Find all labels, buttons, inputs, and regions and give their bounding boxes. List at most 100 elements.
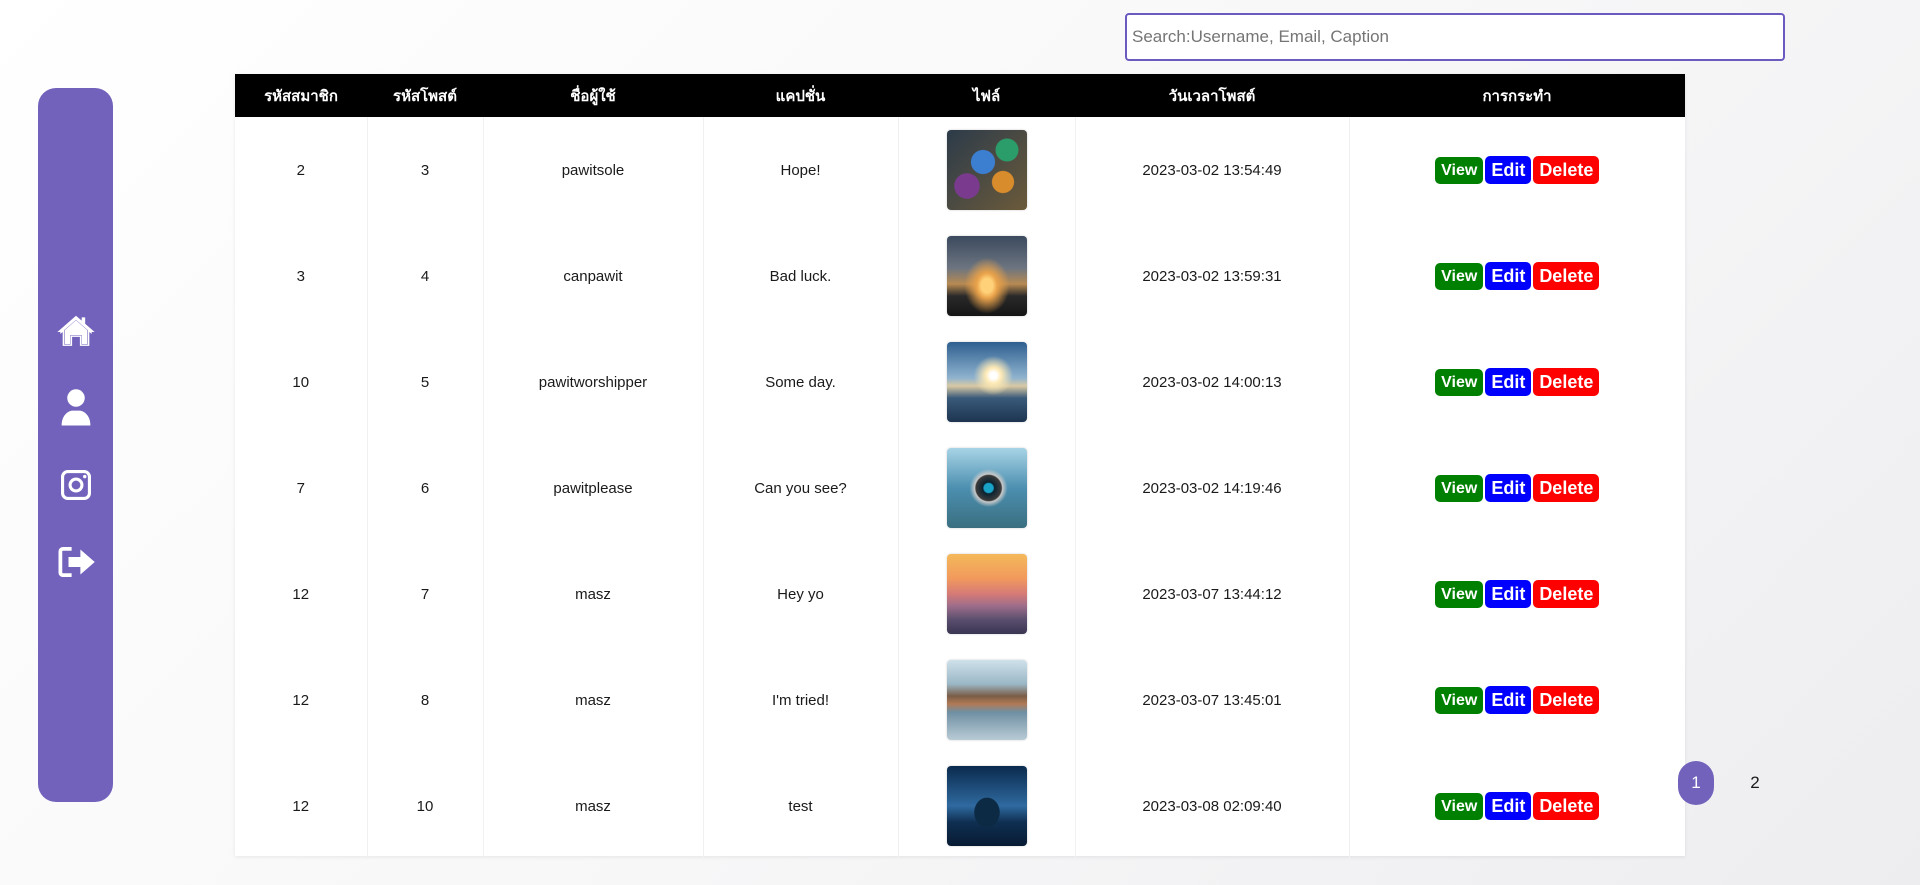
table-row: 12 7 masz Hey yo 2023-03-07 13:44:12 View Edit…: [235, 541, 1685, 647]
sidebar: [38, 88, 113, 802]
caption-cell: Bad luck.: [703, 223, 899, 329]
delete-button[interactable]: Delete: [1533, 368, 1600, 396]
datetime-cell: 2023-03-02 13:59:31: [1075, 223, 1350, 329]
view-button[interactable]: View: [1435, 156, 1484, 184]
file-cell: [898, 435, 1076, 541]
table-row: 3 4 canpawit Bad luck. 2023-03-02 13:59:31 Vi…: [235, 223, 1685, 329]
header-post-id: รหัสโพสต์: [393, 86, 457, 105]
edit-button[interactable]: Edit: [1485, 156, 1532, 184]
page-2-button[interactable]: 2: [1737, 761, 1773, 805]
post-id-cell: 5: [367, 329, 484, 435]
username-cell: masz: [483, 647, 704, 753]
file-cell: [898, 117, 1076, 223]
edit-button[interactable]: Edit: [1485, 368, 1532, 396]
username-cell: pawitworshipper: [483, 329, 704, 435]
username-cell: masz: [483, 541, 704, 647]
table-row: 12 10 masz test 2023-03-08 02:09:40 View Edit D…: [235, 753, 1685, 859]
delete-button[interactable]: Delete: [1533, 156, 1600, 184]
datetime-cell: 2023-03-07 13:45:01: [1075, 647, 1350, 753]
view-button[interactable]: View: [1435, 474, 1484, 502]
member-id-cell: 10: [235, 329, 368, 435]
post-id-cell: 10: [367, 753, 484, 859]
actions-cell: View Edit Delete: [1349, 753, 1685, 859]
header-file: ไฟล์: [972, 86, 1001, 105]
username-cell: canpawit: [483, 223, 704, 329]
post-thumbnail[interactable]: [946, 660, 1027, 740]
edit-button[interactable]: Edit: [1485, 580, 1532, 608]
caption-cell: Some day.: [703, 329, 899, 435]
delete-button[interactable]: Delete: [1533, 580, 1600, 608]
table-row: 2 3 pawitsole Hope! 2023-03-02 13:54:49 View E…: [235, 117, 1685, 223]
actions-cell: View Edit Delete: [1349, 647, 1685, 753]
header-member-id: รหัสสมาชิก: [264, 86, 338, 105]
post-thumbnail[interactable]: [946, 766, 1027, 846]
post-thumbnail[interactable]: [946, 554, 1027, 634]
caption-cell: test: [703, 753, 899, 859]
view-button[interactable]: View: [1435, 792, 1484, 820]
datetime-cell: 2023-03-07 13:44:12: [1075, 541, 1350, 647]
delete-button[interactable]: Delete: [1533, 686, 1600, 714]
datetime-cell: 2023-03-08 02:09:40: [1075, 753, 1350, 859]
view-button[interactable]: View: [1435, 580, 1484, 608]
user-icon[interactable]: [55, 387, 96, 428]
table-header-row: รหัสสมาชิก รหัสโพสต์ ชื่อผู้ใช้ แคปชั่น …: [235, 74, 1685, 117]
header-actions: การกระทำ: [1482, 86, 1552, 105]
delete-button[interactable]: Delete: [1533, 262, 1600, 290]
username-cell: masz: [483, 753, 704, 859]
file-cell: [898, 541, 1076, 647]
member-id-cell: 2: [235, 117, 368, 223]
post-thumbnail[interactable]: [946, 130, 1027, 210]
file-cell: [898, 223, 1076, 329]
file-cell: [898, 329, 1076, 435]
posts-table: รหัสสมาชิก รหัสโพสต์ ชื่อผู้ใช้ แคปชั่น …: [235, 74, 1685, 859]
actions-cell: View Edit Delete: [1349, 329, 1685, 435]
edit-button[interactable]: Edit: [1485, 686, 1532, 714]
caption-cell: Hey yo: [703, 541, 899, 647]
actions-cell: View Edit Delete: [1349, 435, 1685, 541]
username-cell: pawitplease: [483, 435, 704, 541]
post-id-cell: 4: [367, 223, 484, 329]
post-thumbnail[interactable]: [946, 448, 1027, 528]
view-button[interactable]: View: [1435, 686, 1484, 714]
header-username: ชื่อผู้ใช้: [570, 86, 616, 105]
delete-button[interactable]: Delete: [1533, 474, 1600, 502]
instagram-icon[interactable]: [55, 464, 96, 505]
table-row: 7 6 pawitplease Can you see? 2023-03-02 14:1…: [235, 435, 1685, 541]
table-row: 10 5 pawitworshipper Some day. 2023-03-02 14…: [235, 329, 1685, 435]
sign-out-icon[interactable]: [55, 541, 96, 582]
datetime-cell: 2023-03-02 13:54:49: [1075, 117, 1350, 223]
member-id-cell: 3: [235, 223, 368, 329]
post-thumbnail[interactable]: [946, 236, 1027, 316]
post-id-cell: 8: [367, 647, 484, 753]
view-button[interactable]: View: [1435, 368, 1484, 396]
view-button[interactable]: View: [1435, 262, 1484, 290]
home-icon[interactable]: [55, 310, 96, 351]
post-id-cell: 7: [367, 541, 484, 647]
post-id-cell: 3: [367, 117, 484, 223]
edit-button[interactable]: Edit: [1485, 262, 1532, 290]
page-1-button[interactable]: 1: [1678, 761, 1714, 805]
caption-cell: Hope!: [703, 117, 899, 223]
member-id-cell: 12: [235, 647, 368, 753]
edit-button[interactable]: Edit: [1485, 792, 1532, 820]
file-cell: [898, 647, 1076, 753]
file-cell: [898, 753, 1076, 859]
caption-cell: Can you see?: [703, 435, 899, 541]
search-input[interactable]: [1125, 13, 1785, 61]
edit-button[interactable]: Edit: [1485, 474, 1532, 502]
delete-button[interactable]: Delete: [1533, 792, 1600, 820]
post-thumbnail[interactable]: [946, 342, 1027, 422]
actions-cell: View Edit Delete: [1349, 541, 1685, 647]
datetime-cell: 2023-03-02 14:00:13: [1075, 329, 1350, 435]
header-caption: แคปชั่น: [775, 86, 826, 105]
post-id-cell: 6: [367, 435, 484, 541]
table-row: 12 8 masz I'm tried! 2023-03-07 13:45:01 View…: [235, 647, 1685, 753]
username-cell: pawitsole: [483, 117, 704, 223]
actions-cell: View Edit Delete: [1349, 117, 1685, 223]
member-id-cell: 12: [235, 541, 368, 647]
actions-cell: View Edit Delete: [1349, 223, 1685, 329]
datetime-cell: 2023-03-02 14:19:46: [1075, 435, 1350, 541]
member-id-cell: 7: [235, 435, 368, 541]
member-id-cell: 12: [235, 753, 368, 859]
header-datetime: วันเวลาโพสต์: [1168, 86, 1256, 105]
